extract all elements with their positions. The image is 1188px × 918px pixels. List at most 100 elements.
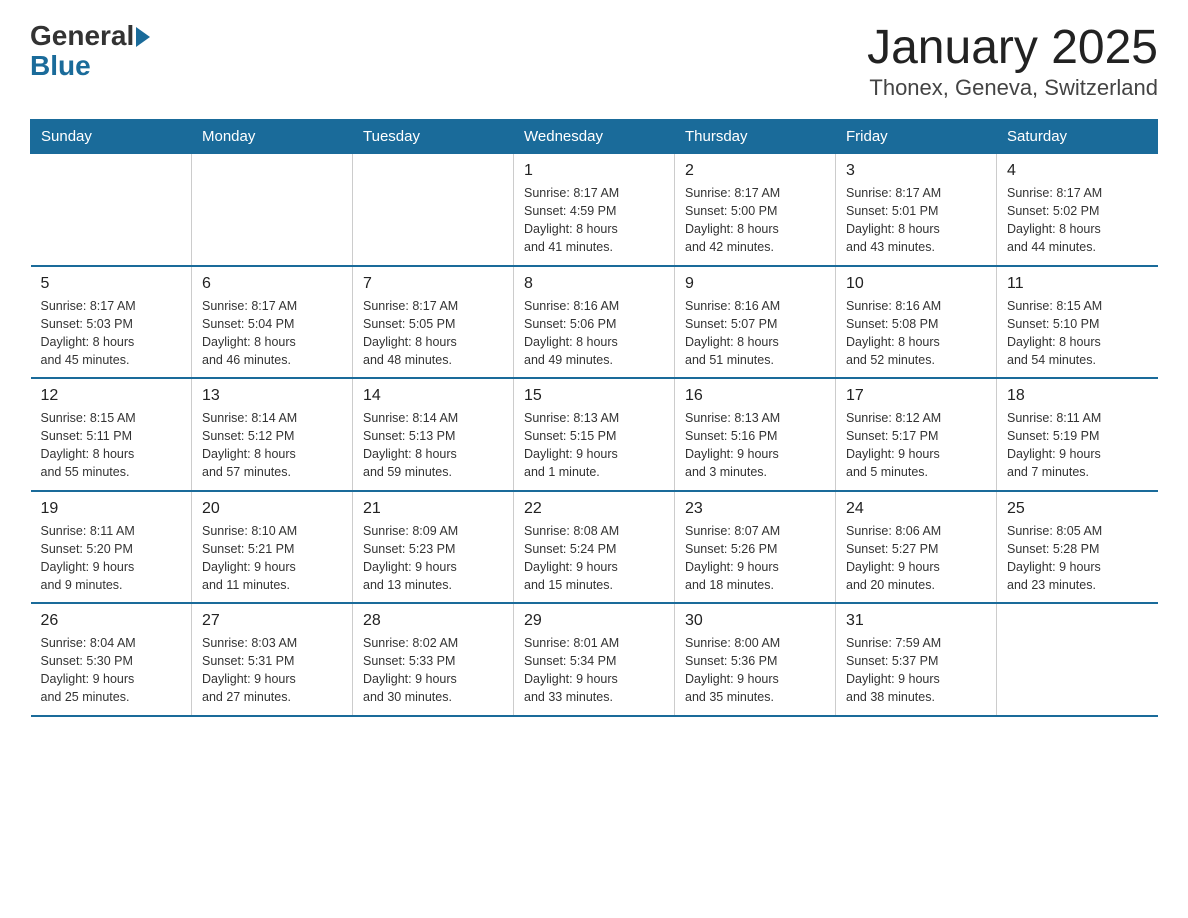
day-number: 8 <box>524 275 664 293</box>
calendar-cell: 5Sunrise: 8:17 AMSunset: 5:03 PMDaylight… <box>31 266 192 379</box>
day-info: Sunrise: 8:08 AMSunset: 5:24 PMDaylight:… <box>524 522 664 595</box>
calendar-cell: 20Sunrise: 8:10 AMSunset: 5:21 PMDayligh… <box>192 491 353 604</box>
day-number: 29 <box>524 612 664 630</box>
day-info: Sunrise: 8:07 AMSunset: 5:26 PMDaylight:… <box>685 522 825 595</box>
day-number: 20 <box>202 500 342 518</box>
day-number: 1 <box>524 162 664 180</box>
day-info: Sunrise: 8:14 AMSunset: 5:12 PMDaylight:… <box>202 409 342 482</box>
day-info: Sunrise: 8:16 AMSunset: 5:07 PMDaylight:… <box>685 297 825 370</box>
day-header-saturday: Saturday <box>997 120 1158 154</box>
calendar-cell: 6Sunrise: 8:17 AMSunset: 5:04 PMDaylight… <box>192 266 353 379</box>
week-row-1: 1 Sunrise: 8:17 AMSunset: 4:59 PMDaylight… <box>31 154 1158 266</box>
calendar-cell: 26 Sunrise: 8:04 AMSunset: 5:30 PMDayligh… <box>31 603 192 716</box>
logo: General Blue <box>30 20 150 82</box>
calendar-cell: 23 Sunrise: 8:07 AMSunset: 5:26 PMDayligh… <box>675 491 836 604</box>
week-row-5: 26 Sunrise: 8:04 AMSunset: 5:30 PMDayligh… <box>31 603 1158 716</box>
day-number: 2 <box>685 162 825 180</box>
calendar-cell: 9 Sunrise: 8:16 AMSunset: 5:07 PMDaylight… <box>675 266 836 379</box>
calendar-cell: 28Sunrise: 8:02 AMSunset: 5:33 PMDayligh… <box>353 603 514 716</box>
day-number: 21 <box>363 500 503 518</box>
day-number: 19 <box>41 500 182 518</box>
calendar-cell: 30 Sunrise: 8:00 AMSunset: 5:36 PMDayligh… <box>675 603 836 716</box>
day-number: 17 <box>846 387 986 405</box>
day-number: 16 <box>685 387 825 405</box>
day-info: Sunrise: 8:13 AMSunset: 5:15 PMDaylight:… <box>524 409 664 482</box>
calendar-cell: 27 Sunrise: 8:03 AMSunset: 5:31 PMDayligh… <box>192 603 353 716</box>
day-header-thursday: Thursday <box>675 120 836 154</box>
day-info: Sunrise: 8:14 AMSunset: 5:13 PMDaylight:… <box>363 409 503 482</box>
calendar-cell: 21 Sunrise: 8:09 AMSunset: 5:23 PMDayligh… <box>353 491 514 604</box>
day-number: 27 <box>202 612 342 630</box>
logo-blue-text: Blue <box>30 50 150 82</box>
title-block: January 2025 Thonex, Geneva, Switzerland <box>867 20 1158 101</box>
day-number: 11 <box>1007 275 1148 293</box>
calendar-cell <box>997 603 1158 716</box>
day-info: Sunrise: 8:05 AMSunset: 5:28 PMDaylight:… <box>1007 522 1148 595</box>
logo-arrow-icon <box>136 27 150 47</box>
day-number: 18 <box>1007 387 1148 405</box>
calendar-cell: 7 Sunrise: 8:17 AMSunset: 5:05 PMDaylight… <box>353 266 514 379</box>
week-row-2: 5Sunrise: 8:17 AMSunset: 5:03 PMDaylight… <box>31 266 1158 379</box>
calendar-header: SundayMondayTuesdayWednesdayThursdayFrid… <box>31 120 1158 154</box>
day-info: Sunrise: 8:17 AMSunset: 5:04 PMDaylight:… <box>202 297 342 370</box>
day-number: 15 <box>524 387 664 405</box>
calendar-cell: 14Sunrise: 8:14 AMSunset: 5:13 PMDayligh… <box>353 378 514 491</box>
day-number: 3 <box>846 162 986 180</box>
calendar-cell: 3 Sunrise: 8:17 AMSunset: 5:01 PMDaylight… <box>836 154 997 266</box>
day-header-tuesday: Tuesday <box>353 120 514 154</box>
calendar-cell: 25 Sunrise: 8:05 AMSunset: 5:28 PMDayligh… <box>997 491 1158 604</box>
calendar-cell <box>31 154 192 266</box>
calendar-cell <box>192 154 353 266</box>
days-header-row: SundayMondayTuesdayWednesdayThursdayFrid… <box>31 120 1158 154</box>
day-number: 24 <box>846 500 986 518</box>
calendar-cell: 12Sunrise: 8:15 AMSunset: 5:11 PMDayligh… <box>31 378 192 491</box>
day-info: Sunrise: 8:03 AMSunset: 5:31 PMDaylight:… <box>202 634 342 707</box>
calendar-cell: 19 Sunrise: 8:11 AMSunset: 5:20 PMDayligh… <box>31 491 192 604</box>
calendar-cell: 11 Sunrise: 8:15 AMSunset: 5:10 PMDayligh… <box>997 266 1158 379</box>
day-number: 25 <box>1007 500 1148 518</box>
calendar-table: SundayMondayTuesdayWednesdayThursdayFrid… <box>30 119 1158 717</box>
week-row-4: 19 Sunrise: 8:11 AMSunset: 5:20 PMDayligh… <box>31 491 1158 604</box>
day-info: Sunrise: 8:17 AMSunset: 5:02 PMDaylight:… <box>1007 184 1148 257</box>
day-header-friday: Friday <box>836 120 997 154</box>
day-info: Sunrise: 8:11 AMSunset: 5:19 PMDaylight:… <box>1007 409 1148 482</box>
calendar-cell: 13 Sunrise: 8:14 AMSunset: 5:12 PMDayligh… <box>192 378 353 491</box>
calendar-cell: 10Sunrise: 8:16 AMSunset: 5:08 PMDayligh… <box>836 266 997 379</box>
day-info: Sunrise: 8:15 AMSunset: 5:10 PMDaylight:… <box>1007 297 1148 370</box>
day-number: 26 <box>41 612 182 630</box>
logo-general-text: General <box>30 20 134 51</box>
day-info: Sunrise: 8:17 AMSunset: 4:59 PMDaylight:… <box>524 184 664 257</box>
day-header-sunday: Sunday <box>31 120 192 154</box>
day-number: 13 <box>202 387 342 405</box>
calendar-cell: 15 Sunrise: 8:13 AMSunset: 5:15 PMDayligh… <box>514 378 675 491</box>
day-info: Sunrise: 8:17 AMSunset: 5:01 PMDaylight:… <box>846 184 986 257</box>
calendar-cell: 22Sunrise: 8:08 AMSunset: 5:24 PMDayligh… <box>514 491 675 604</box>
day-info: Sunrise: 8:12 AMSunset: 5:17 PMDaylight:… <box>846 409 986 482</box>
calendar-title: January 2025 <box>867 20 1158 75</box>
day-info: Sunrise: 8:00 AMSunset: 5:36 PMDaylight:… <box>685 634 825 707</box>
day-number: 23 <box>685 500 825 518</box>
calendar-cell: 17 Sunrise: 8:12 AMSunset: 5:17 PMDayligh… <box>836 378 997 491</box>
calendar-cell: 2 Sunrise: 8:17 AMSunset: 5:00 PMDaylight… <box>675 154 836 266</box>
calendar-cell: 29 Sunrise: 8:01 AMSunset: 5:34 PMDayligh… <box>514 603 675 716</box>
day-number: 4 <box>1007 162 1148 180</box>
calendar-cell: 31Sunrise: 7:59 AMSunset: 5:37 PMDayligh… <box>836 603 997 716</box>
calendar-cell: 18 Sunrise: 8:11 AMSunset: 5:19 PMDayligh… <box>997 378 1158 491</box>
calendar-cell <box>353 154 514 266</box>
day-info: Sunrise: 8:01 AMSunset: 5:34 PMDaylight:… <box>524 634 664 707</box>
day-info: Sunrise: 8:13 AMSunset: 5:16 PMDaylight:… <box>685 409 825 482</box>
day-info: Sunrise: 8:06 AMSunset: 5:27 PMDaylight:… <box>846 522 986 595</box>
day-info: Sunrise: 8:09 AMSunset: 5:23 PMDaylight:… <box>363 522 503 595</box>
day-info: Sunrise: 8:16 AMSunset: 5:06 PMDaylight:… <box>524 297 664 370</box>
day-info: Sunrise: 8:11 AMSunset: 5:20 PMDaylight:… <box>41 522 182 595</box>
calendar-subtitle: Thonex, Geneva, Switzerland <box>867 75 1158 101</box>
day-info: Sunrise: 8:17 AMSunset: 5:00 PMDaylight:… <box>685 184 825 257</box>
day-number: 7 <box>363 275 503 293</box>
day-info: Sunrise: 8:17 AMSunset: 5:03 PMDaylight:… <box>41 297 182 370</box>
day-info: Sunrise: 8:17 AMSunset: 5:05 PMDaylight:… <box>363 297 503 370</box>
calendar-cell: 24 Sunrise: 8:06 AMSunset: 5:27 PMDayligh… <box>836 491 997 604</box>
day-number: 9 <box>685 275 825 293</box>
day-info: Sunrise: 8:04 AMSunset: 5:30 PMDaylight:… <box>41 634 182 707</box>
day-header-wednesday: Wednesday <box>514 120 675 154</box>
day-number: 30 <box>685 612 825 630</box>
